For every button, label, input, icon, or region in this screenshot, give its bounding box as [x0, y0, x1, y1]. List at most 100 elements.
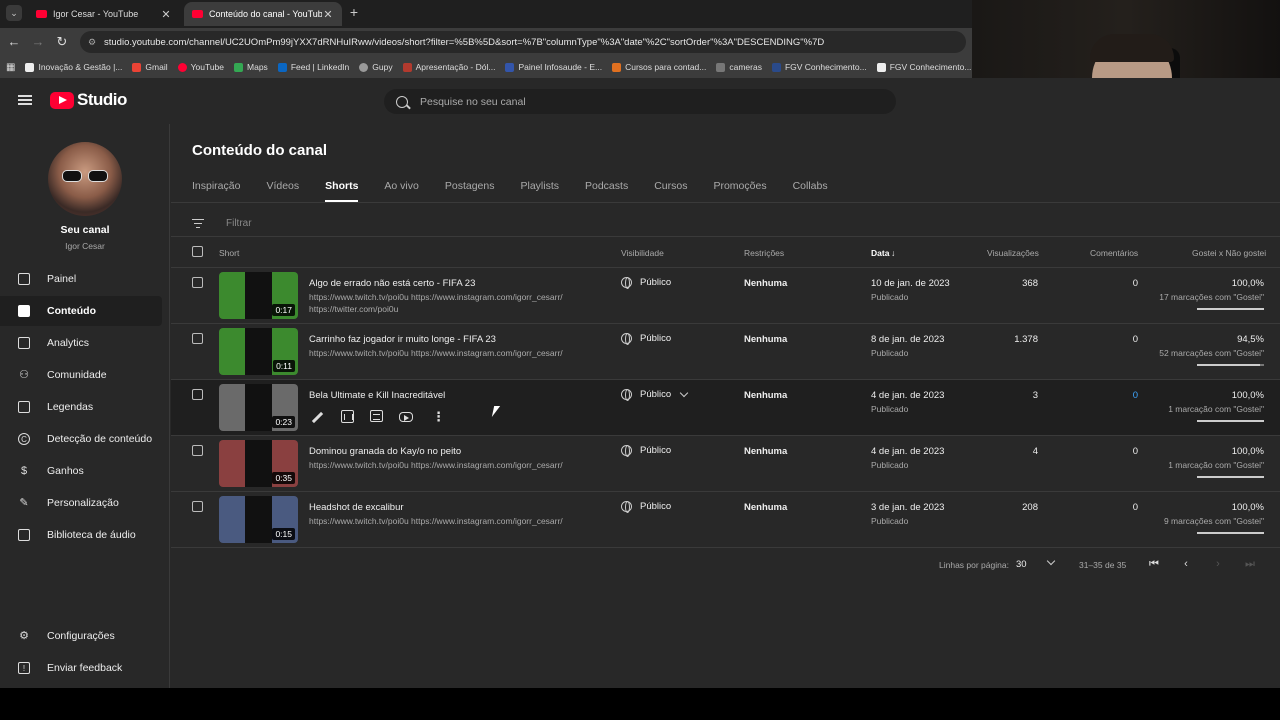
- row-checkbox[interactable]: [192, 445, 203, 456]
- tab-shorts[interactable]: Shorts: [325, 180, 359, 202]
- column-comments[interactable]: Comentários: [1090, 248, 1138, 258]
- views-cell[interactable]: 3: [1033, 390, 1038, 401]
- sidebar-item-configuracoes[interactable]: ⚙ Configurações: [0, 621, 162, 651]
- comments-cell[interactable]: 0: [1133, 390, 1138, 401]
- tab-collabs[interactable]: Collabs: [793, 180, 828, 202]
- forward-icon[interactable]: →: [30, 34, 46, 50]
- bookmark-item[interactable]: FGV Conhecimento...: [876, 62, 971, 72]
- video-thumbnail[interactable]: 0:17: [219, 272, 298, 319]
- video-thumbnail[interactable]: 0:15: [219, 496, 298, 543]
- visibility-cell[interactable]: Público: [621, 333, 671, 345]
- video-title[interactable]: Bela Ultimate e Kill Inacreditável: [309, 390, 445, 401]
- table-row[interactable]: 0:17 Algo de errado não está certo - FIF…: [171, 268, 1280, 324]
- tab-search-icon[interactable]: ⌄: [6, 5, 22, 21]
- tab-postagens[interactable]: Postagens: [445, 180, 495, 202]
- select-all-checkbox[interactable]: [192, 246, 203, 257]
- bookmark-item[interactable]: Feed | LinkedIn: [277, 62, 349, 72]
- views-cell[interactable]: 368: [1022, 278, 1038, 289]
- video-thumbnail[interactable]: 0:23: [219, 384, 298, 431]
- site-info-icon[interactable]: ⚙: [88, 37, 98, 47]
- edit-icon[interactable]: [309, 410, 325, 426]
- views-cell[interactable]: 4: [1033, 446, 1038, 457]
- video-title[interactable]: Carrinho faz jogador ir muito longe - FI…: [309, 334, 496, 345]
- reload-icon[interactable]: ↻: [54, 34, 70, 50]
- tab-podcasts[interactable]: Podcasts: [585, 180, 628, 202]
- video-thumbnail[interactable]: 0:35: [219, 440, 298, 487]
- table-row[interactable]: 0:23 Bela Ultimate e Kill Inacreditável …: [171, 380, 1280, 436]
- new-tab-icon[interactable]: +: [346, 4, 362, 22]
- bookmark-item[interactable]: Cursos para contad...: [612, 62, 706, 72]
- chevron-down-icon[interactable]: [679, 388, 689, 398]
- view-on-youtube-icon[interactable]: [399, 412, 413, 422]
- bookmark-item[interactable]: Gupy: [359, 62, 393, 72]
- video-thumbnail[interactable]: 0:11: [219, 328, 298, 375]
- bookmark-item[interactable]: Painel Infosaude - E...: [505, 62, 602, 72]
- filter-bar[interactable]: Filtrar: [192, 210, 252, 236]
- row-checkbox[interactable]: [192, 501, 203, 512]
- bookmark-item[interactable]: Apresentação - Dól...: [402, 62, 495, 72]
- sidebar-item-biblioteca[interactable]: Biblioteca de áudio: [0, 520, 162, 550]
- tab-videos[interactable]: Vídeos: [266, 180, 299, 202]
- sidebar-item-comunidade[interactable]: ⚇ Comunidade: [0, 360, 162, 390]
- bookmark-item[interactable]: Maps: [234, 62, 268, 72]
- prev-page-icon[interactable]: ‹: [1180, 558, 1192, 570]
- close-tab-icon[interactable]: ✕: [160, 8, 172, 21]
- sidebar-item-conteudo[interactable]: Conteúdo: [0, 296, 162, 326]
- column-views[interactable]: Visualizações: [987, 248, 1039, 258]
- back-icon[interactable]: ←: [6, 34, 22, 50]
- table-row[interactable]: 0:15 Headshot de excalibur https://www.t…: [171, 492, 1280, 548]
- table-row[interactable]: 0:11 Carrinho faz jogador ir muito longe…: [171, 324, 1280, 380]
- visibility-cell[interactable]: Público: [621, 501, 671, 513]
- browser-tab-1[interactable]: Igor Cesar - YouTube ✕: [28, 2, 180, 26]
- first-page-icon[interactable]: ⏮: [1148, 558, 1160, 570]
- sort-down-icon[interactable]: ↓: [891, 248, 895, 258]
- bookmark-item[interactable]: YouTube: [177, 62, 224, 72]
- address-bar[interactable]: ⚙ studio.youtube.com/channel/UC2UOmPm99j…: [80, 31, 966, 53]
- video-title[interactable]: Dominou granada do Kay/o no peito: [309, 446, 461, 457]
- apps-icon[interactable]: ▦: [6, 62, 15, 73]
- channel-avatar[interactable]: [48, 142, 122, 216]
- column-visibility[interactable]: Visibilidade: [621, 248, 664, 258]
- tab-promocoes[interactable]: Promoções: [713, 180, 766, 202]
- last-page-icon[interactable]: ⏭: [1244, 558, 1256, 570]
- row-checkbox[interactable]: [192, 389, 203, 400]
- video-title[interactable]: Algo de errado não está certo - FIFA 23: [309, 278, 475, 289]
- browser-tab-2[interactable]: Conteúdo do canal - YouTube S ✕: [184, 2, 342, 26]
- channel-search-input[interactable]: Pesquise no seu canal: [384, 89, 896, 114]
- more-options-icon[interactable]: [429, 409, 445, 426]
- sidebar-item-personalizacao[interactable]: ✎ Personalização: [0, 488, 162, 518]
- comments-cell[interactable]: 0: [1133, 278, 1138, 289]
- comments-icon[interactable]: [370, 410, 383, 422]
- table-row[interactable]: 0:35 Dominou granada do Kay/o no peito h…: [171, 436, 1280, 492]
- comments-cell[interactable]: 0: [1133, 446, 1138, 457]
- visibility-cell[interactable]: Público: [621, 388, 689, 401]
- video-title[interactable]: Headshot de excalibur: [309, 502, 404, 513]
- visibility-cell[interactable]: Público: [621, 277, 671, 289]
- tab-playlists[interactable]: Playlists: [520, 180, 559, 202]
- bookmark-item[interactable]: FGV Conhecimento...: [771, 62, 867, 72]
- visibility-cell[interactable]: Público: [621, 445, 671, 457]
- sidebar-item-analytics[interactable]: Analytics: [0, 328, 162, 358]
- row-checkbox[interactable]: [192, 277, 203, 288]
- comments-cell[interactable]: 0: [1133, 334, 1138, 345]
- sidebar-item-feedback[interactable]: ! Enviar feedback: [0, 653, 162, 683]
- views-cell[interactable]: 1.378: [1014, 334, 1038, 345]
- studio-logo[interactable]: Studio: [50, 90, 127, 110]
- tab-ao-vivo[interactable]: Ao vivo: [384, 180, 418, 202]
- bookmark-item[interactable]: cameras: [716, 62, 762, 72]
- row-checkbox[interactable]: [192, 333, 203, 344]
- filter-icon[interactable]: [192, 218, 204, 228]
- sidebar-item-painel[interactable]: Painel: [0, 264, 162, 294]
- views-cell[interactable]: 208: [1022, 502, 1038, 513]
- rows-per-page-select[interactable]: 30: [1016, 559, 1027, 570]
- sidebar-item-legendas[interactable]: Legendas: [0, 392, 162, 422]
- tab-inspiracao[interactable]: Inspiração: [192, 180, 240, 202]
- bookmark-item[interactable]: Inovação & Gestão |...: [25, 62, 122, 72]
- column-likes[interactable]: Gostei x Não gostei: [1192, 248, 1266, 258]
- analytics-icon[interactable]: [341, 410, 354, 423]
- tab-cursos[interactable]: Cursos: [654, 180, 687, 202]
- sidebar-item-deteccao[interactable]: C Detecção de conteúdo: [0, 424, 162, 454]
- sidebar-item-ganhos[interactable]: $ Ganhos: [0, 456, 162, 486]
- comments-cell[interactable]: 0: [1133, 502, 1138, 513]
- close-tab-icon[interactable]: ✕: [322, 8, 334, 21]
